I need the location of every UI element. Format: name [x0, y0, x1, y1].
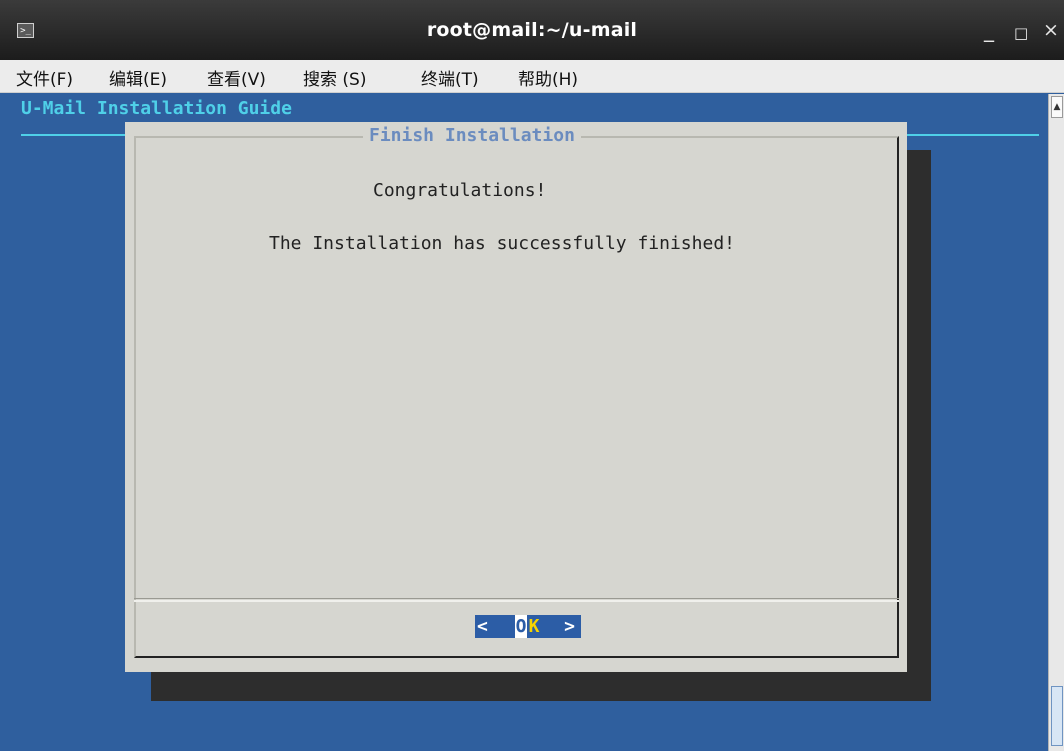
menu-edit[interactable]: 编辑(E)	[109, 65, 167, 90]
menu-bar: 文件(F) 编辑(E) 查看(V) 搜索 (S) 终端(T) 帮助(H)	[0, 60, 1064, 93]
ok-button-letter-o: O	[515, 615, 527, 638]
ok-button-right-bracket: >	[541, 615, 581, 638]
dialog-frame	[134, 136, 899, 658]
minimize-button[interactable]: _	[984, 19, 994, 41]
scroll-thumb[interactable]	[1051, 686, 1063, 746]
scroll-up-icon[interactable]: ▲	[1051, 96, 1063, 118]
ok-button[interactable]: < O K >	[475, 615, 581, 638]
maximize-button[interactable]: □	[1014, 22, 1028, 44]
ok-button-letter-k: K	[527, 615, 541, 638]
dialog-separator	[134, 600, 899, 602]
terminal-screen[interactable]: U-Mail Installation Guide Finish Install…	[13, 94, 1048, 751]
congratulations-text: Congratulations!	[373, 180, 547, 201]
vertical-scrollbar[interactable]: ▲	[1048, 94, 1064, 751]
dialog-separator-shadow	[134, 598, 899, 599]
ok-button-left-bracket: <	[475, 615, 515, 638]
guide-title: U-Mail Installation Guide	[21, 98, 292, 119]
menu-file[interactable]: 文件(F)	[16, 65, 73, 90]
finish-dialog: Finish Installation Congratulations! The…	[125, 122, 907, 672]
success-message: The Installation has successfully finish…	[269, 233, 735, 254]
menu-terminal[interactable]: 终端(T)	[421, 65, 479, 90]
window-title: root@mail:~/u-mail	[426, 19, 638, 41]
dialog-title: Finish Installation	[363, 125, 581, 146]
menu-help[interactable]: 帮助(H)	[518, 65, 578, 90]
window-titlebar: >_ root@mail:~/u-mail _ □ ×	[0, 0, 1064, 60]
menu-search[interactable]: 搜索 (S)	[303, 65, 366, 90]
menu-view[interactable]: 查看(V)	[207, 65, 266, 90]
close-button[interactable]: ×	[1043, 19, 1059, 41]
